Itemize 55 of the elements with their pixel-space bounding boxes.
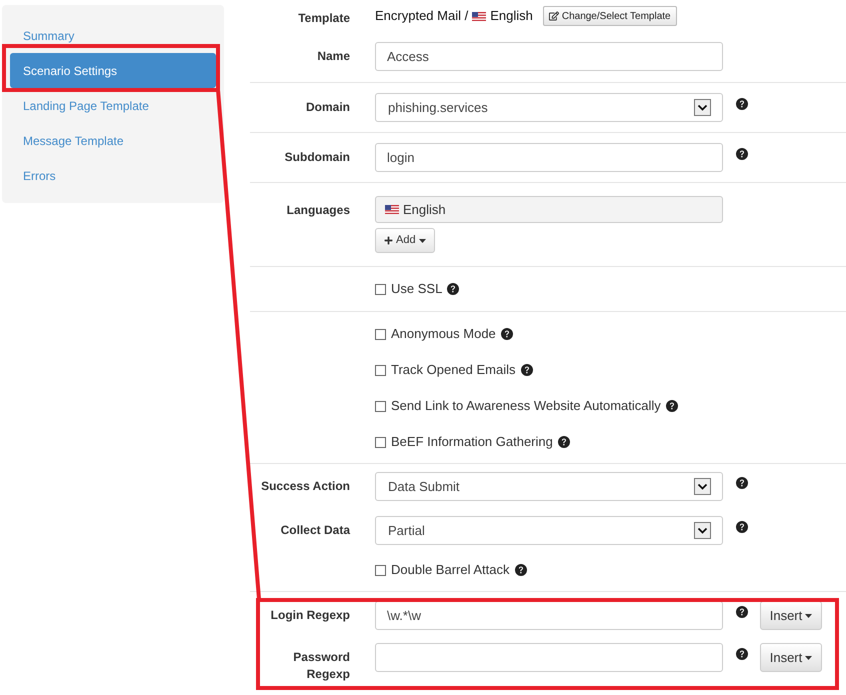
- checkbox-label: Anonymous Mode: [391, 325, 496, 343]
- language-tag-field[interactable]: English: [375, 196, 723, 223]
- checkbox-label: Double Barrel Attack: [391, 561, 510, 579]
- checkbox-label: BeEF Information Gathering: [391, 433, 553, 451]
- field-label: Template: [298, 10, 350, 27]
- field-label: Password Regexp: [292, 649, 350, 683]
- text-field[interactable]: login: [375, 143, 723, 172]
- text-field[interactable]: [375, 643, 723, 672]
- caret-icon: [805, 656, 812, 660]
- help-icon[interactable]: [514, 564, 527, 576]
- help-icon[interactable]: [736, 606, 748, 618]
- template-language: English: [490, 7, 533, 26]
- checkbox-label: Use SSL: [391, 280, 442, 298]
- checkbox[interactable]: [375, 564, 386, 576]
- help-icon[interactable]: [736, 477, 748, 489]
- help-icon[interactable]: [736, 648, 748, 660]
- field-label: Languages: [286, 202, 350, 219]
- field-label: Collect Data: [280, 522, 350, 539]
- add-button[interactable]: Add: [375, 228, 435, 253]
- flag-icon: [472, 12, 486, 20]
- insert-button[interactable]: Insert: [760, 643, 822, 672]
- checkbox-label: Track Opened Emails: [391, 361, 516, 379]
- caret-icon: [418, 238, 426, 242]
- select-field[interactable]: Partial: [375, 516, 723, 545]
- checkbox[interactable]: [375, 400, 386, 412]
- field-label: Name: [317, 48, 350, 65]
- caret-icon: [805, 614, 812, 618]
- change-template-button[interactable]: Change/Select Template: [542, 6, 677, 26]
- checkbox[interactable]: [375, 436, 386, 448]
- checkbox[interactable]: [375, 364, 386, 376]
- checkbox-label: Send Link to Awareness Website Automatically: [391, 397, 661, 415]
- select-field[interactable]: Data Submit: [375, 472, 723, 501]
- field-label: Domain: [306, 99, 350, 116]
- checkbox[interactable]: [375, 284, 386, 294]
- insert-button[interactable]: Insert: [760, 601, 822, 630]
- help-icon[interactable]: [736, 148, 748, 160]
- checkbox[interactable]: [375, 328, 386, 340]
- template-name: Encrypted Mail /: [375, 7, 468, 26]
- help-icon[interactable]: [558, 436, 570, 448]
- select-field[interactable]: phishing.services: [375, 93, 723, 122]
- edit-icon: [548, 11, 559, 21]
- help-icon[interactable]: [520, 364, 533, 376]
- help-icon[interactable]: [666, 400, 678, 412]
- help-icon[interactable]: [736, 98, 748, 110]
- field-label: Success Action: [261, 478, 350, 495]
- field-label: Login Regexp: [270, 607, 350, 624]
- sidebar-item[interactable]: Scenario Settings: [10, 53, 216, 88]
- help-icon[interactable]: [736, 521, 748, 533]
- help-icon[interactable]: [500, 328, 513, 340]
- flag-icon: [385, 205, 399, 214]
- help-icon[interactable]: [447, 283, 460, 295]
- text-field[interactable]: Access: [375, 42, 723, 71]
- field-label: Subdomain: [284, 149, 350, 166]
- text-field[interactable]: \w.*\w: [375, 601, 723, 630]
- plus-icon: [384, 236, 393, 245]
